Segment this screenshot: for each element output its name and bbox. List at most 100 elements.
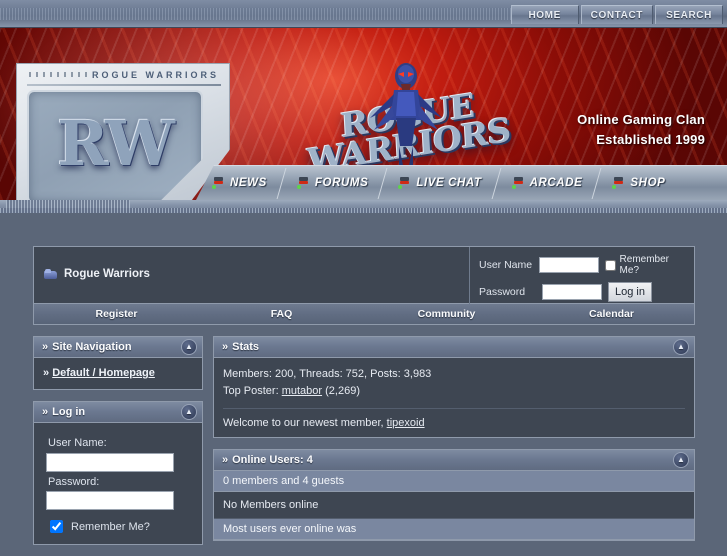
sidebar-remember-label: Remember Me? (71, 521, 150, 533)
collapse-toggle-icon[interactable]: ▲ (673, 339, 689, 355)
subnav-register[interactable]: Register (34, 308, 199, 320)
collapse-toggle-icon[interactable]: ▲ (181, 339, 197, 355)
stats-top-poster-label: Top Poster: (223, 385, 279, 397)
sidebar-login-body: User Name: Password: Remember Me? (34, 423, 202, 544)
sidebar-login-title: Log in (52, 406, 85, 418)
header-username-input[interactable] (539, 257, 599, 273)
banner-rail-left-tab (6, 200, 130, 208)
stats-title: Stats (232, 341, 259, 353)
folder-icon (44, 269, 57, 280)
stats-top-poster-line: Top Poster: mutabor (2,269) (223, 383, 685, 400)
logo-plate-rule (27, 84, 221, 86)
header-password-label: Password (479, 286, 536, 298)
main-column: » Stats ▲ Members: 200, Threads: 752, Po… (213, 336, 695, 552)
logo-screen: RW (27, 90, 203, 200)
tagline-line-2: Established 1999 (577, 130, 705, 150)
mainnav-forums[interactable]: FORUMS (281, 166, 382, 201)
mainnav-forums-label: FORUMS (315, 177, 368, 189)
top-bar: HOME CONTACT SEARCH (0, 0, 727, 28)
sidebar-login-panel: » Log in ▲ User Name: Password: Remember… (33, 401, 203, 545)
collapse-toggle-icon[interactable]: ▲ (673, 452, 689, 468)
mainnav-shop[interactable]: SHOP (596, 166, 679, 201)
chevron-right-icon: » (222, 341, 228, 353)
header-remember-checkbox[interactable] (605, 260, 616, 271)
online-users-no-members: No Members online (214, 492, 694, 519)
mainnav-shop-label: SHOP (630, 177, 665, 189)
stats-top-poster-link[interactable]: mutabor (282, 385, 322, 397)
site-navigation-panel: » Site Navigation ▲ » Default / Homepage (33, 336, 203, 390)
led-icon (212, 177, 223, 189)
sidebar-remember-checkbox[interactable] (50, 520, 63, 533)
mainnav-live-chat[interactable]: LIVE CHAT (382, 166, 495, 201)
stats-counts-line: Members: 200, Threads: 752, Posts: 3,983 (223, 366, 685, 383)
page-body: Rogue Warriors User Name Remember Me? Pa… (0, 213, 727, 545)
stats-newest-member-link[interactable]: tipexoid (387, 417, 425, 429)
mainnav-live-chat-label: LIVE CHAT (416, 177, 481, 189)
sidebar-username-label: User Name: (48, 437, 190, 449)
subnav-community[interactable]: Community (364, 308, 529, 320)
content-container: Rogue Warriors User Name Remember Me? Pa… (33, 246, 695, 556)
sidebar-remember-row: Remember Me? (46, 517, 190, 536)
header-remember-label: Remember Me? (620, 254, 686, 276)
chevron-right-icon: » (43, 367, 52, 379)
logo-plate-label: ROGUE WARRIORS (92, 70, 219, 80)
online-users-panel: » Online Users: 4 ▲ 0 members and 4 gues… (213, 449, 695, 541)
breadcrumb-label: Rogue Warriors (64, 268, 150, 280)
subnav-faq[interactable]: FAQ (199, 308, 364, 320)
logo-plate-dots-decoration (29, 72, 87, 77)
led-icon (297, 177, 308, 189)
header-password-row: Password Log in (479, 282, 686, 302)
topnav-search[interactable]: SEARCH (655, 5, 723, 24)
online-users-summary: 0 members and 4 guests (214, 471, 694, 492)
logo-plate: ROGUE WARRIORS RW (16, 63, 230, 200)
header-username-label: User Name (479, 259, 533, 271)
mainnav-news-label: NEWS (230, 177, 267, 189)
breadcrumb[interactable]: Rogue Warriors (44, 268, 150, 280)
sidebar-login-header: » Log in ▲ (34, 402, 202, 423)
sidebar-item-default-homepage[interactable]: » Default / Homepage (34, 358, 202, 389)
led-icon (512, 177, 523, 189)
content-columns: » Site Navigation ▲ » Default / Homepage… (33, 336, 695, 556)
topnav-contact[interactable]: CONTACT (581, 5, 653, 24)
stats-top-poster-count: (2,269) (325, 385, 360, 397)
header-login-button[interactable]: Log in (608, 282, 652, 302)
sidebar-username-input[interactable] (46, 453, 174, 472)
topbar-decorative-rail (0, 8, 520, 20)
topnav-home[interactable]: HOME (511, 5, 579, 24)
left-sidebar: » Site Navigation ▲ » Default / Homepage… (33, 336, 203, 556)
mainnav-arcade-label: ARCADE (530, 177, 583, 189)
stats-body: Members: 200, Threads: 752, Posts: 3,983… (214, 358, 694, 437)
logo-monogram: RW (57, 107, 173, 180)
sidebar-item-default-homepage-label: Default / Homepage (52, 367, 155, 379)
secondary-navigation: Register FAQ Community Calendar (33, 304, 695, 325)
tagline-line-1: Online Gaming Clan (577, 110, 705, 130)
sidebar-password-input[interactable] (46, 491, 174, 510)
chevron-right-icon: » (222, 454, 228, 466)
site-navigation-title: Site Navigation (52, 341, 131, 353)
site-banner: ROGUE WARRIORS Online Gaming Clan Establ… (0, 28, 727, 200)
top-navigation: HOME CONTACT SEARCH (511, 5, 723, 24)
main-navigation: NEWS FORUMS LIVE CHAT ARCADE SHOP (196, 165, 727, 200)
header-password-input[interactable] (542, 284, 602, 300)
online-users-title: Online Users: 4 (232, 454, 313, 466)
header-login-form: User Name Remember Me? Password Log in (469, 247, 694, 304)
mainnav-arcade[interactable]: ARCADE (496, 166, 597, 201)
header-remember-wrap: Remember Me? (605, 254, 686, 276)
stats-welcome-prefix: Welcome to our newest member, (223, 417, 384, 429)
chevron-right-icon: » (42, 406, 48, 418)
chevron-right-icon: » (42, 341, 48, 353)
site-navigation-header: » Site Navigation ▲ (34, 337, 202, 358)
stats-panel: » Stats ▲ Members: 200, Threads: 752, Po… (213, 336, 695, 438)
collapse-toggle-icon[interactable]: ▲ (181, 404, 197, 420)
online-users-header: » Online Users: 4 ▲ (214, 450, 694, 471)
led-icon (612, 177, 623, 189)
sidebar-password-label: Password: (48, 476, 190, 488)
warrior-mascot-illustration (368, 60, 444, 170)
header-username-row: User Name Remember Me? (479, 254, 686, 276)
breadcrumb-login-block: Rogue Warriors User Name Remember Me? Pa… (33, 246, 695, 304)
online-users-record-line: Most users ever online was (214, 519, 694, 540)
subnav-calendar[interactable]: Calendar (529, 308, 694, 320)
banner-tagline: Online Gaming Clan Established 1999 (577, 110, 705, 150)
stats-welcome-line: Welcome to our newest member, tipexoid (223, 408, 685, 429)
led-icon (398, 177, 409, 189)
